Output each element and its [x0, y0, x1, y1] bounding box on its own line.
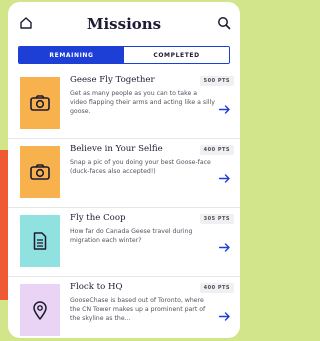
mission-thumbnail	[20, 146, 60, 198]
mission-thumbnail	[20, 284, 60, 336]
arrow-right-icon[interactable]	[218, 242, 230, 252]
mission-tabs: REMAINING COMPLETED	[18, 46, 230, 64]
mission-thumbnail	[20, 77, 60, 129]
mission-description: Snap a pic of you doing your best Goose-…	[70, 159, 211, 176]
home-icon[interactable]	[18, 15, 34, 31]
mission-title: Flock to HQ	[70, 282, 123, 292]
mission-thumbnail	[20, 215, 60, 267]
mission-title: Fly the Coop	[70, 213, 126, 223]
mission-card[interactable]: Geese Fly Together Get as many people as…	[8, 70, 240, 139]
mission-title: Geese Fly Together	[70, 75, 155, 85]
mission-card[interactable]: Fly the Coop How far do Canada Geese tra…	[8, 208, 240, 277]
mission-card[interactable]: Flock to HQ GooseChase is based out of T…	[8, 277, 240, 338]
document-icon	[33, 232, 47, 250]
arrow-right-icon[interactable]	[218, 173, 230, 183]
mission-description: Get as many people as you can to take a …	[70, 90, 215, 116]
location-pin-icon	[33, 300, 47, 320]
points-badge: 400 PTS	[199, 145, 234, 155]
mission-list: Geese Fly Together Get as many people as…	[8, 70, 240, 338]
points-badge: 500 PTS	[199, 76, 234, 86]
mission-title: Believe in Your Selfie	[70, 144, 163, 154]
mission-description: GooseChase is based out of Toronto, wher…	[70, 297, 206, 323]
camera-icon	[30, 164, 50, 180]
camera-icon	[30, 95, 50, 111]
tab-completed[interactable]: COMPLETED	[124, 47, 229, 63]
arrow-right-icon[interactable]	[218, 311, 230, 321]
tab-remaining[interactable]: REMAINING	[19, 47, 124, 63]
search-icon[interactable]	[216, 15, 232, 31]
top-bar: Missions	[8, 2, 240, 46]
mission-description: How far do Canada Geese travel during mi…	[70, 228, 193, 245]
points-badge: 400 PTS	[199, 283, 234, 293]
page-title: Missions	[86, 15, 162, 33]
points-badge: 305 PTS	[199, 214, 234, 224]
arrow-right-icon[interactable]	[218, 104, 230, 114]
app-screen: Missions REMAINING COMPLETED Geese Fly T…	[8, 2, 240, 338]
mission-card[interactable]: Believe in Your Selfie Snap a pic of you…	[8, 139, 240, 208]
